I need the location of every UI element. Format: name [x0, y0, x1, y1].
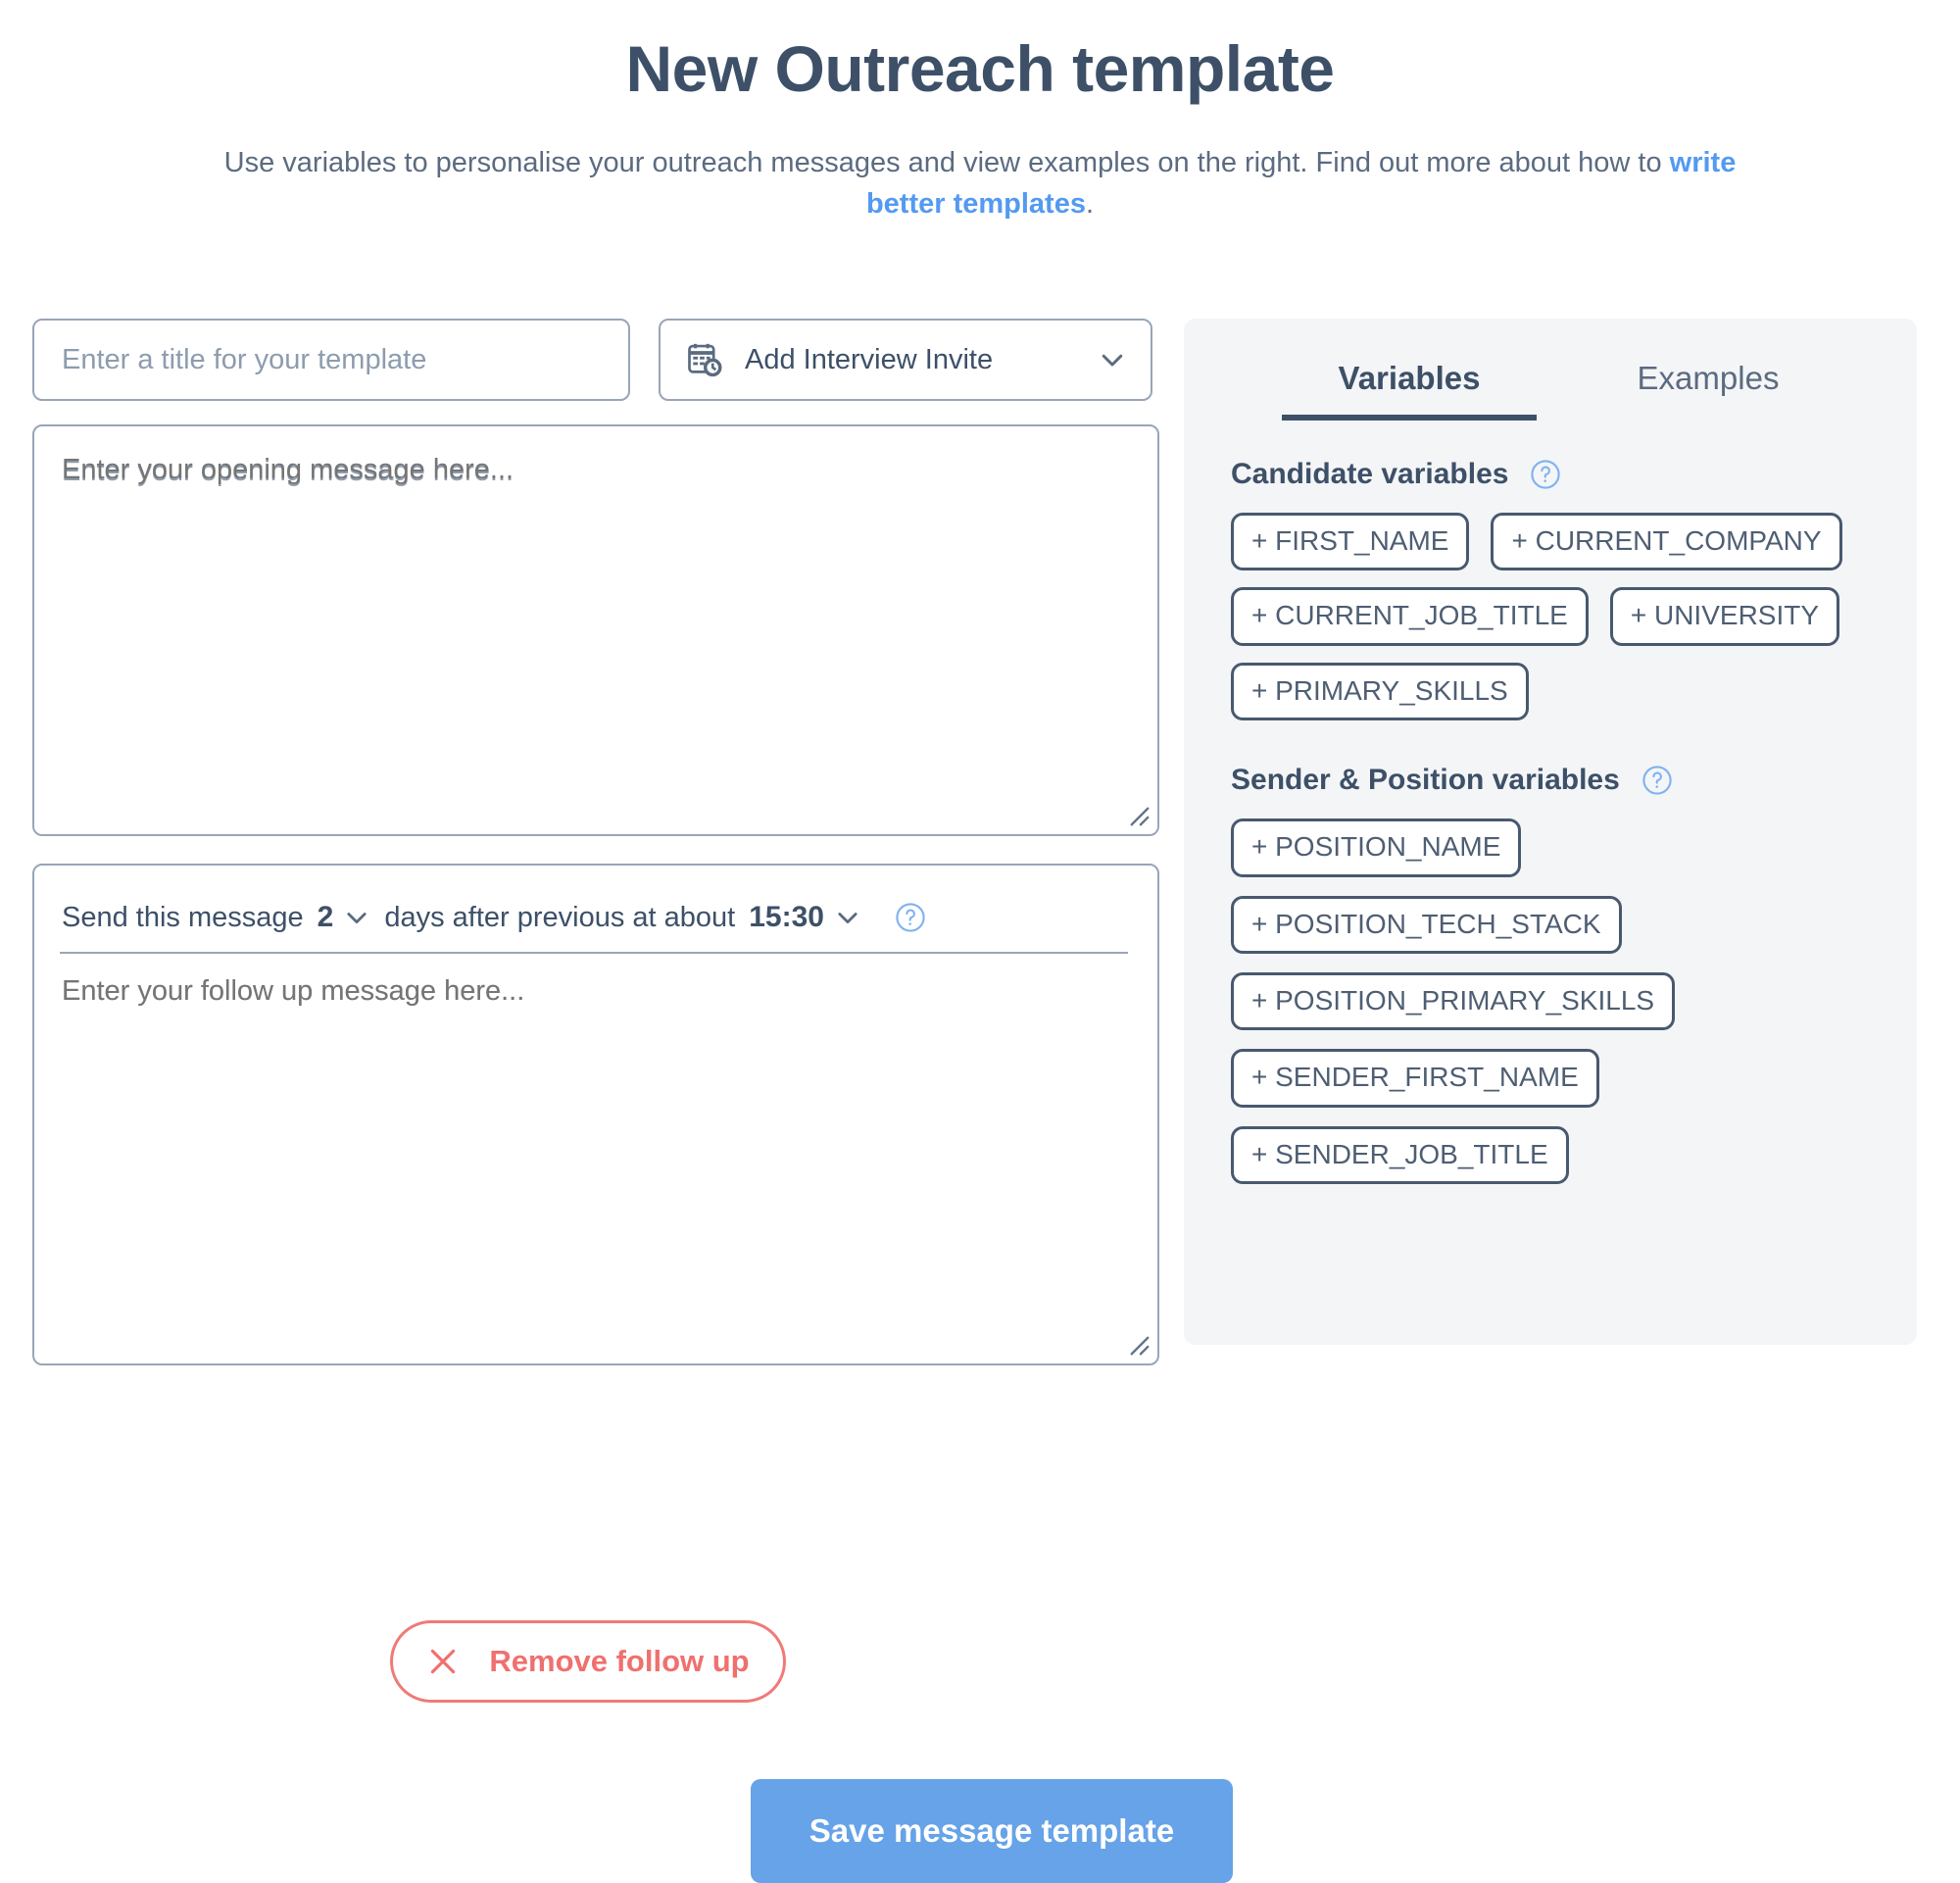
variable-chip-primary-skills[interactable]: + PRIMARY_SKILLS: [1231, 662, 1529, 721]
variable-chip-first-name[interactable]: + FIRST_NAME: [1231, 513, 1470, 571]
candidate-variables-title: Candidate variables: [1231, 458, 1509, 490]
variable-chip-sender-first-name[interactable]: + SENDER_FIRST_NAME: [1231, 1049, 1599, 1108]
variable-chip-position-name[interactable]: + POSITION_NAME: [1231, 818, 1522, 877]
opening-message-textarea[interactable]: [34, 426, 1157, 834]
close-icon: [426, 1645, 460, 1678]
variables-panel: Variables Examples Candidate variables +…: [1184, 319, 1917, 1345]
interview-invite-label: Add Interview Invite: [745, 343, 994, 375]
save-message-template-button[interactable]: Save message template: [751, 1779, 1233, 1883]
remove-follow-up-button[interactable]: Remove follow up: [390, 1620, 786, 1703]
sender-position-variables-help-icon[interactable]: [1620, 765, 1673, 796]
followup-message-box: Send this message 2 days after previous …: [32, 864, 1159, 1365]
template-editor-column: Add Interview Invite Enter your opening …: [32, 319, 1159, 1365]
opening-message-box: Enter your opening message here...: [32, 424, 1159, 836]
new-outreach-template-page: New Outreach template Use variables to p…: [0, 0, 1960, 1883]
page-subtitle: Use variables to personalise your outrea…: [216, 105, 1744, 224]
variable-chip-current-job-title[interactable]: + CURRENT_JOB_TITLE: [1231, 587, 1589, 646]
calendar-clock-icon: [686, 340, 723, 379]
candidate-variables-group: Candidate variables + FIRST_NAME + CURRE…: [1184, 458, 1917, 721]
subtitle-text-after: .: [1085, 187, 1095, 220]
sender-position-variables-heading: Sender & Position variables: [1231, 764, 1878, 797]
sender-position-variables-group: Sender & Position variables + POSITION_N…: [1184, 764, 1917, 1185]
add-interview-invite-select[interactable]: Add Interview Invite: [659, 319, 1152, 401]
tab-variables[interactable]: Variables: [1282, 360, 1537, 421]
variable-chip-sender-job-title[interactable]: + SENDER_JOB_TITLE: [1231, 1125, 1569, 1185]
remove-follow-up-label: Remove follow up: [489, 1644, 750, 1678]
template-title-input[interactable]: [32, 319, 630, 401]
candidate-variables-heading: Candidate variables: [1231, 458, 1878, 491]
subtitle-text-before: Use variables to personalise your outrea…: [223, 146, 1670, 178]
page-title: New Outreach template: [625, 32, 1335, 105]
sender-position-variables-title: Sender & Position variables: [1231, 764, 1620, 797]
template-meta-row: Add Interview Invite: [32, 319, 1159, 401]
sender-position-variable-chips: + POSITION_NAME + POSITION_TECH_STACK + …: [1231, 818, 1878, 1185]
candidate-variables-help-icon[interactable]: [1508, 459, 1561, 490]
variable-chip-current-company[interactable]: + CURRENT_COMPANY: [1491, 513, 1842, 571]
variable-chip-university[interactable]: + UNIVERSITY: [1609, 587, 1840, 646]
followup-message-textarea[interactable]: [34, 866, 1157, 1363]
variable-chip-position-tech-stack[interactable]: + POSITION_TECH_STACK: [1231, 895, 1622, 954]
panel-tabs: Variables Examples: [1184, 319, 1917, 421]
chevron-down-icon: [1098, 345, 1127, 374]
tab-examples[interactable]: Examples: [1595, 360, 1821, 421]
variable-chip-position-primary-skills[interactable]: + POSITION_PRIMARY_SKILLS: [1231, 971, 1676, 1031]
candidate-variable-chips: + FIRST_NAME + CURRENT_COMPANY + CURRENT…: [1231, 513, 1878, 721]
